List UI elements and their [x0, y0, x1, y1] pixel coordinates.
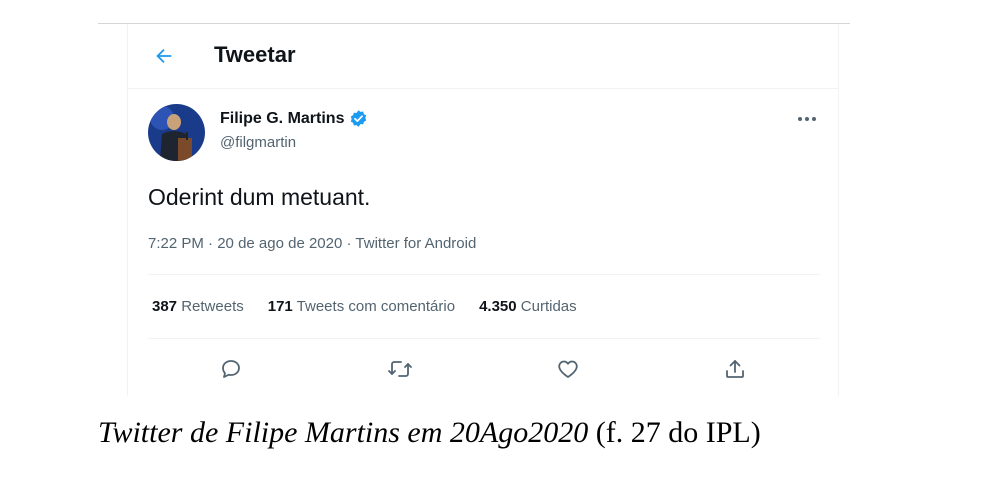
more-icon — [798, 117, 816, 121]
likes-count: 4.350 — [479, 298, 517, 315]
meta-separator: · — [203, 235, 218, 252]
share-button[interactable] — [720, 354, 750, 384]
reply-icon — [222, 360, 240, 378]
retweets-label: Retweets — [181, 298, 244, 315]
share-icon — [726, 360, 744, 378]
tweet-text: Oderint dum metuant. — [148, 184, 371, 210]
back-arrow-icon — [156, 48, 172, 64]
author-name: Filipe G. Martins — [220, 109, 345, 127]
tweet-date[interactable]: 20 de ago de 2020 — [217, 235, 342, 252]
avatar[interactable] — [148, 104, 205, 161]
verified-badge-icon — [351, 110, 367, 127]
tweet-actions — [128, 354, 838, 384]
likes-stat[interactable]: 4.350 Curtidas — [479, 298, 577, 315]
tweet-time[interactable]: 7:22 PM — [148, 235, 204, 252]
page-title: Tweetar — [214, 42, 296, 67]
tweet-stats: 387 Retweets 171 Tweets com comentário 4… — [152, 298, 577, 315]
retweets-stat[interactable]: 387 Retweets — [152, 298, 244, 315]
author-handle[interactable]: @filgmartin — [220, 134, 296, 151]
tweet-card: Tweetar Filipe G. Martins @filgmartin Od… — [127, 24, 839, 396]
comments-stat[interactable]: 171 Tweets com comentário — [268, 298, 455, 315]
caption-italic: Twitter de Filipe Martins em 20Ago2020 — [98, 416, 589, 449]
like-icon — [558, 360, 578, 378]
likes-label: Curtidas — [520, 298, 577, 315]
retweet-icon — [388, 361, 412, 377]
like-button[interactable] — [553, 354, 583, 384]
reply-button[interactable] — [216, 354, 246, 384]
comments-count: 171 — [267, 298, 293, 315]
caption-plain: (f. 27 do IPL) — [588, 416, 761, 449]
meta-separator: · — [342, 235, 356, 252]
tweet-client[interactable]: Twitter for Android — [355, 235, 476, 252]
comments-label: Tweets com comentário — [296, 298, 456, 315]
page-header: Tweetar — [128, 24, 838, 89]
more-options-button[interactable] — [793, 109, 821, 129]
author-row[interactable]: Filipe G. Martins — [220, 109, 368, 128]
tweet-metadata: 7:22 PM · 20 de ago de 2020 · Twitter fo… — [148, 235, 476, 252]
avatar-image — [148, 104, 205, 161]
back-button[interactable] — [150, 42, 178, 70]
divider — [148, 338, 820, 339]
figure-caption: Twitter de Filipe Martins em 20Ago2020 (… — [98, 416, 898, 450]
divider — [148, 274, 820, 275]
retweets-count: 387 — [152, 298, 178, 315]
retweet-button[interactable] — [385, 354, 415, 384]
